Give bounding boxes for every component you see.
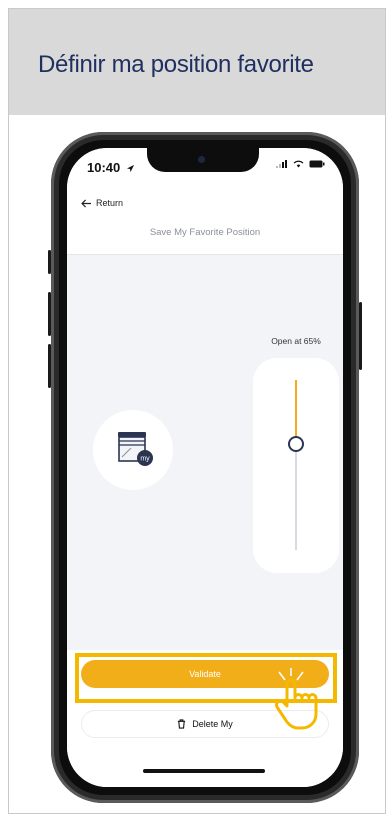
battery-icon bbox=[309, 160, 325, 168]
location-arrow-icon bbox=[126, 164, 134, 173]
slider-value-label: Open at 65% bbox=[271, 336, 321, 346]
phone-side-button bbox=[48, 344, 51, 388]
shade-device-icon: my bbox=[118, 432, 153, 466]
arrow-left-icon bbox=[81, 198, 91, 208]
position-slider-card bbox=[253, 358, 339, 573]
status-icons bbox=[276, 160, 325, 168]
tutorial-frame: Définir ma position favorite 10:40 Retur… bbox=[8, 8, 386, 814]
slider-fill bbox=[295, 380, 297, 440]
nav-bar: Return Save My Favorite Position bbox=[67, 194, 343, 255]
device-icon-circle: my bbox=[93, 410, 173, 490]
phone-side-button bbox=[48, 250, 51, 274]
phone-notch bbox=[147, 148, 259, 172]
screen-title: Save My Favorite Position bbox=[149, 227, 261, 238]
svg-text:my: my bbox=[140, 456, 150, 463]
trash-icon bbox=[178, 719, 186, 729]
status-time-text: 10:40 bbox=[87, 160, 121, 175]
return-button[interactable]: Return bbox=[81, 198, 123, 208]
pointing-hand-icon bbox=[275, 668, 318, 730]
signal-icon bbox=[276, 160, 287, 168]
slider-thumb[interactable] bbox=[288, 436, 304, 452]
phone-side-button bbox=[48, 292, 51, 336]
delete-label: Delete My bbox=[192, 719, 233, 729]
phone-side-button bbox=[359, 302, 362, 370]
app-screen: 10:40 Return Save My Favorite Position m… bbox=[67, 148, 343, 787]
phone-mockup: 10:40 Return Save My Favorite Position m… bbox=[48, 132, 362, 803]
page-title: Définir ma position favorite bbox=[38, 51, 314, 78]
return-label: Return bbox=[96, 198, 124, 208]
status-bar: 10:40 bbox=[67, 148, 343, 194]
home-indicator[interactable] bbox=[143, 769, 265, 773]
header-banner: Définir ma position favorite bbox=[9, 9, 385, 115]
camera-icon bbox=[198, 156, 205, 163]
status-time: 10:40 bbox=[87, 160, 135, 175]
wifi-icon bbox=[293, 160, 304, 168]
